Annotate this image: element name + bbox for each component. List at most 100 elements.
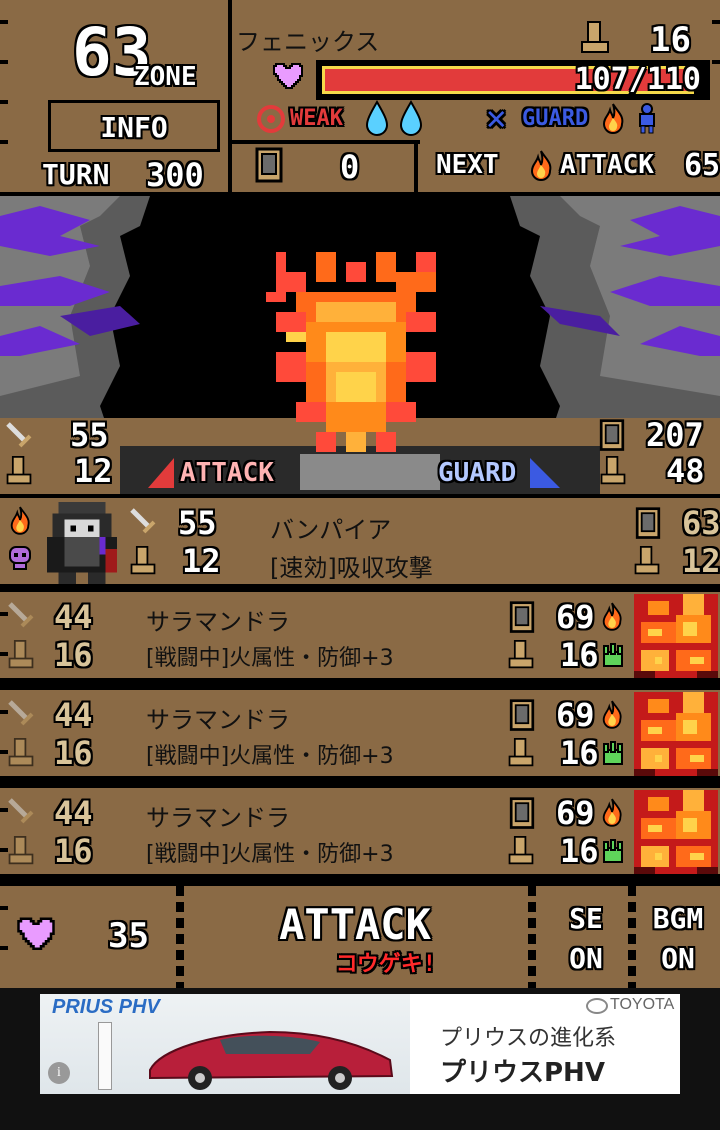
guard-battle-label: GUARD (438, 458, 517, 488)
water-drop-icon (399, 100, 423, 136)
footer-controls: 35 ATTACK コウゲキ! SE ON BGM ON (0, 886, 720, 988)
party-shield: 69 (556, 598, 595, 636)
party-defense: 16 (54, 636, 93, 674)
attack-button[interactable]: ATTACK コウゲキ! (270, 898, 440, 977)
party-boot: 16 (560, 734, 599, 772)
car-image (149, 1030, 394, 1090)
ad-banner[interactable]: PRIUS PHV i TOYOTA プリウスの進化系 プリウスPHV (40, 994, 680, 1094)
sword-icon (8, 798, 34, 824)
salamander-portrait (634, 594, 718, 678)
boot-icon (634, 546, 660, 575)
shield-icon (255, 147, 283, 183)
next-action: ATTACK (560, 150, 654, 180)
hp-current: 107 (574, 62, 629, 97)
border-notch (0, 140, 8, 144)
divider (528, 886, 536, 988)
border-notch (0, 100, 8, 104)
bgm-label: BGM (652, 902, 704, 935)
fire-icon (530, 150, 552, 181)
info-button[interactable]: INFO (48, 100, 220, 152)
leader-row[interactable]: 55 12 バンパイア [速効]吸収攻撃 63 12 (0, 494, 720, 588)
attack-button-label: ATTACK (279, 900, 431, 949)
leader-shield: 63 (682, 504, 720, 542)
boot-icon (130, 546, 156, 575)
hand-icon (603, 741, 623, 765)
turn-label: TURN (42, 158, 110, 191)
header-panel: 63 ZONE INFO TURN 300 フェニックス 16 107/110 … (0, 0, 720, 196)
sword-icon (6, 422, 32, 448)
sword-icon (8, 602, 34, 628)
attack-label: ATTACK (180, 458, 274, 488)
ad-brand: TOYOTA (610, 996, 675, 1013)
boot-icon (600, 456, 626, 485)
guard-label: GUARD (522, 106, 589, 131)
ad-line2: プリウスPHV (440, 1058, 605, 1088)
party-name: サラマンドラ (146, 706, 290, 734)
party-defense: 16 (54, 832, 93, 870)
party-shield: 69 (556, 696, 595, 734)
party-skill: [戦闘中]火属性・防御+3 (146, 646, 394, 671)
ad-line1: プリウスの進化系 (440, 1026, 617, 1051)
bgm-toggle[interactable]: BGM ON (640, 896, 716, 980)
border-notch (712, 60, 720, 64)
boot-value: 16 (650, 20, 691, 60)
sword-icon (130, 508, 156, 534)
party-skill: [戦闘中]火属性・防御+3 (146, 842, 394, 867)
attack-indicator (148, 458, 174, 488)
boot-icon (6, 456, 32, 485)
water-drop-icon (365, 100, 389, 136)
party-boot: 16 (560, 832, 599, 870)
shield-icon (599, 419, 625, 451)
fire-icon (602, 798, 622, 827)
guard-x-icon: ✕ (486, 98, 507, 138)
party-row[interactable]: 44 16 サラマンドラ [戦闘中]火属性・防御+3 69 16 (0, 592, 720, 684)
right-defense: 48 (666, 452, 705, 490)
leader-boot: 12 (682, 542, 720, 580)
shield-icon (509, 601, 535, 633)
leader-attack: 55 (178, 504, 217, 542)
fire-icon (602, 602, 622, 631)
border-notch (0, 60, 8, 64)
left-attack: 55 (70, 416, 109, 454)
boot-icon (508, 640, 534, 669)
ad-image: PRIUS PHV i (40, 994, 410, 1094)
enemy-name: フェニックス (236, 28, 380, 56)
ad-info-icon[interactable]: i (48, 1062, 70, 1084)
fire-icon (602, 103, 624, 134)
party-boot: 16 (560, 636, 599, 674)
boot-icon (8, 738, 34, 767)
charger-post (98, 1022, 112, 1090)
heart-icon (17, 917, 55, 950)
guard-indicator (530, 458, 560, 488)
se-label: SE (569, 902, 603, 935)
shield-count: 0 (340, 148, 360, 186)
border-notch (0, 946, 8, 950)
border-notch (0, 20, 8, 24)
divider (228, 140, 420, 144)
hp-text: 107/110 (574, 62, 701, 97)
party-attack: 44 (54, 696, 93, 734)
hand-icon (603, 643, 623, 667)
hp-bar: 107/110 (316, 60, 710, 100)
hp-max: 110 (646, 62, 701, 97)
ad-area: PRIUS PHV i TOYOTA プリウスの進化系 プリウスPHV (0, 988, 720, 1130)
divider (228, 0, 232, 192)
sword-icon (8, 700, 34, 726)
border-notch (0, 906, 8, 910)
se-toggle[interactable]: SE ON (548, 896, 624, 980)
shield-icon (509, 797, 535, 829)
leader-skill: [速効]吸収攻撃 (270, 554, 433, 582)
hearts-count: 35 (108, 916, 149, 956)
skull-icon (9, 546, 31, 570)
salamander-portrait (634, 692, 718, 776)
ad-brand-car: PRIUS PHV (52, 996, 160, 1018)
hand-icon (603, 839, 623, 863)
party-row[interactable]: 44 16 サラマンドラ [戦闘中]火属性・防御+3 69 16 (0, 788, 720, 880)
divider (176, 886, 184, 988)
next-action-box: NEXT ATTACK 65 (418, 142, 720, 192)
party-name: サラマンドラ (146, 804, 290, 832)
battle-scene: 55 12 ATTACK GUARD 207 48 (0, 196, 720, 494)
party-name: サラマンドラ (146, 608, 290, 636)
ad-text-area: TOYOTA プリウスの進化系 プリウスPHV (410, 994, 680, 1094)
party-row[interactable]: 44 16 サラマンドラ [戦闘中]火属性・防御+3 69 16 (0, 690, 720, 782)
